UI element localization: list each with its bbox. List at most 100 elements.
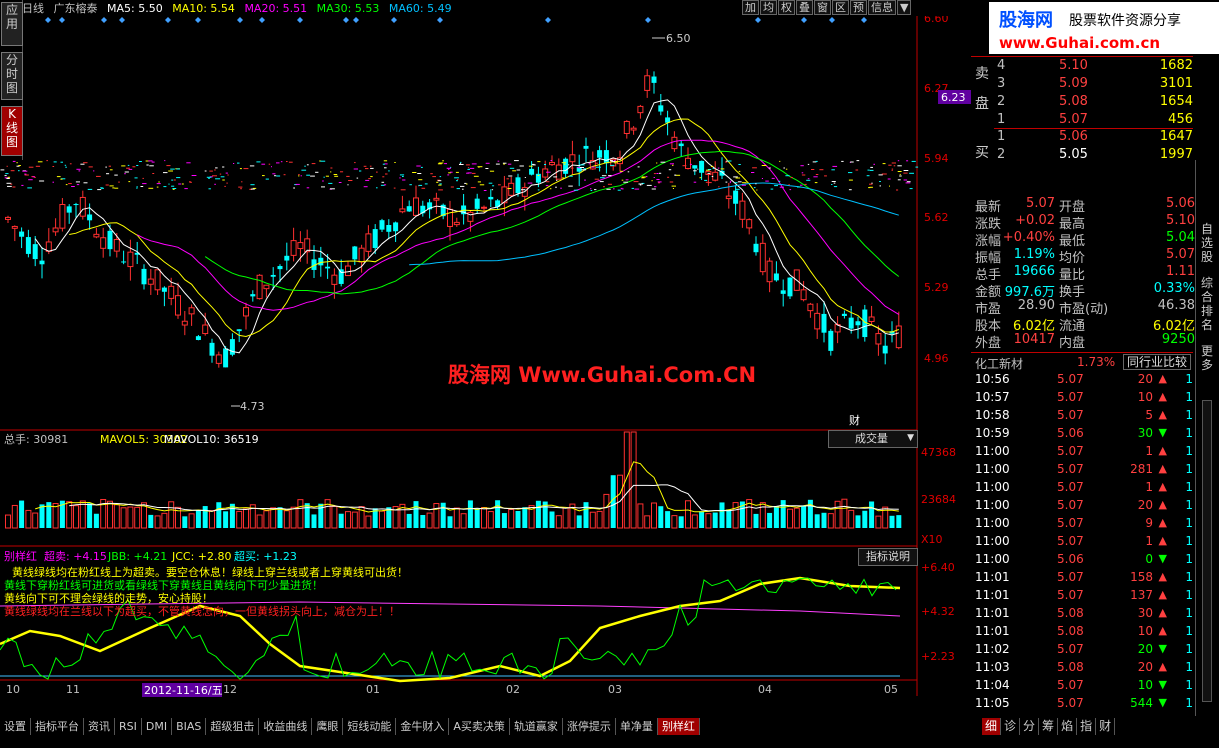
indicator-tab[interactable]: 轨道赢家 [510,718,563,735]
indicator-tab[interactable]: 别样红 [657,718,700,735]
ranking-tab[interactable]: 综合排名 [1196,276,1218,332]
toolbar-info-button[interactable]: 信息 [868,0,896,15]
indicator-help-button[interactable]: 指标说明 [858,548,918,566]
kline-chart-area[interactable]: 6.60 6.27 5.94 5.62 5.29 4.96 6.23 6.50 … [0,16,971,716]
order-book-row[interactable]: 1 5.07 456 [971,111,1197,129]
level-number: 1 [997,112,1006,127]
glitch-pixel [438,189,443,191]
trade-count: 1 [1185,498,1193,512]
trade-price: 5.07 [1057,516,1084,530]
indicator-tab[interactable]: 资讯 [84,718,115,735]
event-marker-icon[interactable] [195,17,201,23]
up-arrow-icon: ▲ [1158,534,1167,547]
glitch-pixel [12,160,16,162]
event-marker-icon[interactable] [861,17,867,23]
volume-bar [555,515,562,529]
event-marker-icon[interactable] [237,17,243,23]
glitch-pixel [323,176,325,178]
indicator-tab[interactable]: DMI [142,718,173,735]
event-marker-icon[interactable] [101,17,107,23]
volume-bar [467,500,473,528]
volume-indicator-dropdown[interactable]: 成交量 ▼ [828,430,918,448]
indicator-tab[interactable]: 指标平台 [31,718,84,735]
toolbar-menu-dropdown[interactable]: ▼ [897,0,912,15]
event-marker-icon[interactable] [297,17,303,23]
event-marker-icon[interactable] [755,17,761,23]
glitch-pixel [108,165,111,167]
indicator-tab[interactable]: A买卖决策 [449,718,510,735]
glitch-pixel [7,185,12,187]
indicator-tab[interactable]: 超级狙击 [206,718,260,735]
order-book-row[interactable]: 2 5.08 1654 [971,93,1197,111]
toolbar-range-button[interactable]: 区 [832,0,849,15]
scrollbar[interactable] [1202,400,1212,702]
order-book-row[interactable]: 4 5.10 1682 [971,57,1197,75]
quote-tab[interactable]: 筹 [1039,718,1059,735]
indicator-tab[interactable]: 金牛财入 [396,718,450,735]
glitch-pixel [293,187,295,189]
indicator-tab[interactable]: 设置 [0,718,31,735]
glitch-pixel [109,185,114,187]
quote-value: 5.04 [1166,230,1195,245]
event-marker-icon[interactable] [645,17,651,23]
quote-tab[interactable]: 指 [1077,718,1097,735]
order-book-row[interactable]: 1 5.06 1647 [971,128,1197,146]
glitch-pixel [83,182,88,184]
toolbar-rights-button[interactable]: 权 [778,0,795,15]
event-marker-icon[interactable] [391,17,397,23]
glitch-pixel [768,167,771,169]
toolbar-window-button[interactable]: 窗 [814,0,831,15]
event-marker-icon[interactable] [59,17,65,23]
event-marker-icon[interactable] [343,17,349,23]
glitch-pixel [718,186,720,188]
toolbar-overlay-button[interactable]: 叠 [796,0,813,15]
event-marker-icon[interactable] [801,17,807,23]
quote-tab[interactable]: 焰 [1058,718,1078,735]
indicator-tab[interactable]: 收益曲线 [259,718,313,735]
glitch-pixel [625,179,629,181]
event-marker-icon[interactable] [353,17,359,23]
event-marker-icon[interactable] [119,17,125,23]
finance-marker[interactable]: 财 [849,413,860,427]
event-marker-icon[interactable] [545,17,551,23]
glitch-pixel [168,170,173,172]
indicator-tab[interactable]: 短线动能 [343,718,397,735]
down-arrow-icon: ▼ [1158,642,1167,655]
banner[interactable]: 股海网 股票软件资源分享 www.Guhai.com.cn [989,2,1219,54]
indicator-tab[interactable]: 涨停提示 [563,718,616,735]
glitch-pixel [52,181,54,183]
watchlist-tab[interactable]: 自选股 [1196,222,1218,264]
industry-compare-button[interactable]: 同行业比较 [1123,354,1192,370]
event-marker-icon[interactable] [45,17,51,23]
event-marker-icon[interactable] [829,17,835,23]
toolbar-add-button[interactable]: 加 [742,0,759,15]
more-tab[interactable]: 更多 [1196,344,1218,372]
trade-count: 1 [1185,372,1193,386]
quote-tab[interactable]: 诊 [1001,718,1021,735]
glitch-pixel [450,166,452,168]
indicator-tab[interactable]: RSI [115,718,142,735]
glitch-pixel [561,162,566,164]
indicator-tab[interactable]: BIAS [172,718,207,735]
toolbar-alert-button[interactable]: 预 [850,0,867,15]
glitch-pixel [400,189,406,191]
indicator-s1: 超卖: +4.15 [44,549,107,563]
event-marker-icon[interactable] [437,17,443,23]
candle-body [515,177,521,194]
indicator-tab[interactable]: 鹰眼 [312,718,344,735]
glitch-pixel [906,181,911,183]
quote-tab[interactable]: 财 [1096,718,1116,735]
event-marker-icon[interactable] [259,17,265,23]
quote-tab[interactable]: 细 [982,718,1002,735]
candle-body [290,240,297,256]
volume-bar [460,513,467,529]
order-book-row[interactable]: 3 5.09 3101 [971,75,1197,93]
trade-volume: 137 [1130,588,1153,602]
glitch-pixel [136,186,138,188]
indicator-tab[interactable]: 单净量 [616,718,658,735]
event-marker-icon[interactable] [165,17,171,23]
glitch-pixel [594,178,599,180]
volume-bar [665,511,671,528]
quote-tab[interactable]: 分 [1020,718,1040,735]
toolbar-ma-button[interactable]: 均 [760,0,777,15]
